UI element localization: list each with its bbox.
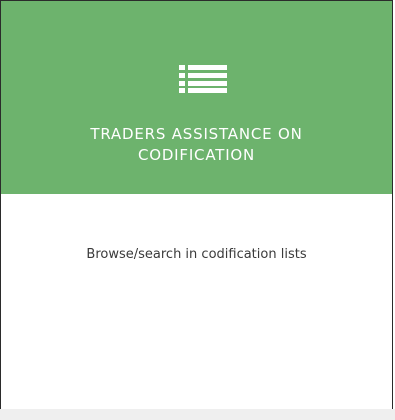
list-icon — [179, 65, 227, 93]
card-header[interactable]: TRADERS ASSISTANCE ON CODIFICATION — [1, 1, 392, 194]
card-description: Browse/search in codification lists — [86, 247, 307, 262]
bottom-divider — [0, 409, 395, 420]
card-title: TRADERS ASSISTANCE ON CODIFICATION — [90, 125, 303, 164]
card-body: Browse/search in codification lists — [1, 194, 392, 410]
traders-assistance-card[interactable]: TRADERS ASSISTANCE ON CODIFICATION Brows… — [0, 0, 393, 410]
